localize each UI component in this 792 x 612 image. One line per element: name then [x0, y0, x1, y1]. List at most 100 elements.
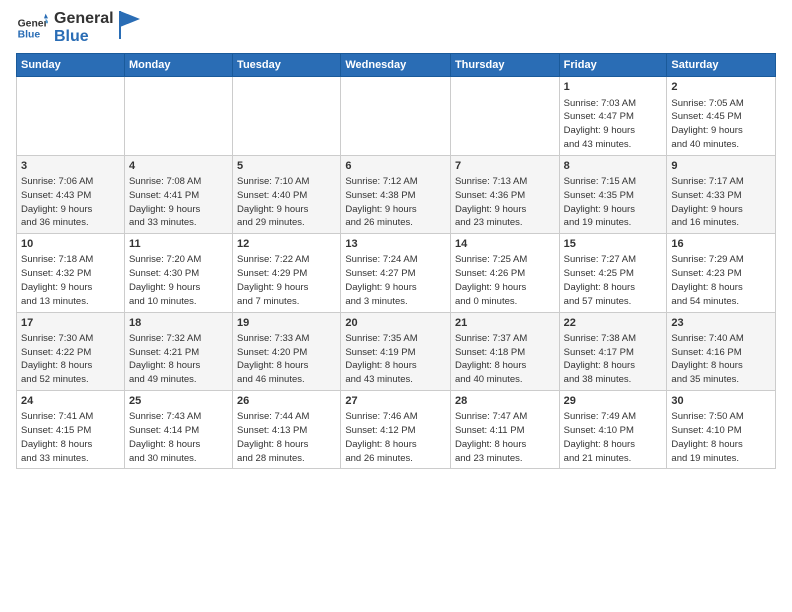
day-info: Sunrise: 7:47 AM Sunset: 4:11 PM Dayligh… — [455, 410, 555, 465]
day-number: 24 — [21, 394, 120, 409]
calendar-cell — [124, 77, 232, 155]
day-number: 5 — [237, 159, 336, 174]
calendar-cell: 3Sunrise: 7:06 AM Sunset: 4:43 PM Daylig… — [17, 155, 125, 233]
calendar-cell: 26Sunrise: 7:44 AM Sunset: 4:13 PM Dayli… — [233, 391, 341, 469]
day-number: 23 — [671, 316, 771, 331]
day-number: 15 — [564, 237, 663, 252]
calendar-cell: 15Sunrise: 7:27 AM Sunset: 4:25 PM Dayli… — [559, 234, 667, 312]
day-number: 14 — [455, 237, 555, 252]
calendar-cell: 6Sunrise: 7:12 AM Sunset: 4:38 PM Daylig… — [341, 155, 451, 233]
day-number: 7 — [455, 159, 555, 174]
calendar-week-row: 10Sunrise: 7:18 AM Sunset: 4:32 PM Dayli… — [17, 234, 776, 312]
day-number: 17 — [21, 316, 120, 331]
day-info: Sunrise: 7:50 AM Sunset: 4:10 PM Dayligh… — [671, 410, 771, 465]
calendar-cell — [17, 77, 125, 155]
day-info: Sunrise: 7:10 AM Sunset: 4:40 PM Dayligh… — [237, 175, 336, 230]
calendar-cell: 1 Sunrise: 7:03 AM Sunset: 4:47 PM Daylig… — [559, 77, 667, 155]
day-number: 28 — [455, 394, 555, 409]
weekday-header-saturday: Saturday — [667, 54, 776, 77]
day-number: 22 — [564, 316, 663, 331]
day-number: 1 — [564, 80, 663, 95]
calendar-cell: 11Sunrise: 7:20 AM Sunset: 4:30 PM Dayli… — [124, 234, 232, 312]
header: General Blue General Blue — [16, 10, 776, 45]
day-info: Sunrise: 7:32 AM Sunset: 4:21 PM Dayligh… — [129, 332, 228, 387]
logo: General Blue General Blue — [16, 10, 140, 45]
calendar-cell — [450, 77, 559, 155]
weekday-header-thursday: Thursday — [450, 54, 559, 77]
calendar-cell: 9Sunrise: 7:17 AM Sunset: 4:33 PM Daylig… — [667, 155, 776, 233]
day-info: Sunrise: 7:35 AM Sunset: 4:19 PM Dayligh… — [345, 332, 446, 387]
day-info: Sunrise: 7:20 AM Sunset: 4:30 PM Dayligh… — [129, 253, 228, 308]
day-info: Sunrise: 7:18 AM Sunset: 4:32 PM Dayligh… — [21, 253, 120, 308]
calendar-table: SundayMondayTuesdayWednesdayThursdayFrid… — [16, 53, 776, 469]
calendar-cell: 24Sunrise: 7:41 AM Sunset: 4:15 PM Dayli… — [17, 391, 125, 469]
day-info: Sunrise: 7:37 AM Sunset: 4:18 PM Dayligh… — [455, 332, 555, 387]
weekday-header-friday: Friday — [559, 54, 667, 77]
calendar-cell: 19Sunrise: 7:33 AM Sunset: 4:20 PM Dayli… — [233, 312, 341, 390]
weekday-header-wednesday: Wednesday — [341, 54, 451, 77]
page: General Blue General Blue SundayMondayTu… — [0, 0, 792, 612]
calendar-cell: 23Sunrise: 7:40 AM Sunset: 4:16 PM Dayli… — [667, 312, 776, 390]
day-info: Sunrise: 7:27 AM Sunset: 4:25 PM Dayligh… — [564, 253, 663, 308]
calendar-cell — [233, 77, 341, 155]
calendar-week-row: 17Sunrise: 7:30 AM Sunset: 4:22 PM Dayli… — [17, 312, 776, 390]
calendar-cell: 12Sunrise: 7:22 AM Sunset: 4:29 PM Dayli… — [233, 234, 341, 312]
generalblue-logo-icon: General Blue — [16, 12, 48, 44]
calendar-cell: 20Sunrise: 7:35 AM Sunset: 4:19 PM Dayli… — [341, 312, 451, 390]
day-number: 3 — [21, 159, 120, 174]
day-number: 18 — [129, 316, 228, 331]
day-number: 30 — [671, 394, 771, 409]
day-info: Sunrise: 7:22 AM Sunset: 4:29 PM Dayligh… — [237, 253, 336, 308]
calendar-week-row: 1 Sunrise: 7:03 AM Sunset: 4:47 PM Daylig… — [17, 77, 776, 155]
day-info: Sunrise: 7:43 AM Sunset: 4:14 PM Dayligh… — [129, 410, 228, 465]
calendar-cell: 28Sunrise: 7:47 AM Sunset: 4:11 PM Dayli… — [450, 391, 559, 469]
day-number: 8 — [564, 159, 663, 174]
day-number: 4 — [129, 159, 228, 174]
day-number: 21 — [455, 316, 555, 331]
day-number: 19 — [237, 316, 336, 331]
day-info: Sunrise: 7:03 AM Sunset: 4:47 PM Dayligh… — [564, 97, 663, 152]
day-info: Sunrise: 7:08 AM Sunset: 4:41 PM Dayligh… — [129, 175, 228, 230]
weekday-header-sunday: Sunday — [17, 54, 125, 77]
svg-text:General: General — [18, 18, 48, 29]
day-info: Sunrise: 7:29 AM Sunset: 4:23 PM Dayligh… — [671, 253, 771, 308]
day-info: Sunrise: 7:49 AM Sunset: 4:10 PM Dayligh… — [564, 410, 663, 465]
day-number: 12 — [237, 237, 336, 252]
weekday-header-monday: Monday — [124, 54, 232, 77]
calendar-header: SundayMondayTuesdayWednesdayThursdayFrid… — [17, 54, 776, 77]
calendar-cell: 21Sunrise: 7:37 AM Sunset: 4:18 PM Dayli… — [450, 312, 559, 390]
calendar-cell: 14Sunrise: 7:25 AM Sunset: 4:26 PM Dayli… — [450, 234, 559, 312]
day-info: Sunrise: 7:40 AM Sunset: 4:16 PM Dayligh… — [671, 332, 771, 387]
day-number: 29 — [564, 394, 663, 409]
calendar-cell: 2Sunrise: 7:05 AM Sunset: 4:45 PM Daylig… — [667, 77, 776, 155]
day-number: 6 — [345, 159, 446, 174]
day-info: Sunrise: 7:15 AM Sunset: 4:35 PM Dayligh… — [564, 175, 663, 230]
svg-text:Blue: Blue — [18, 29, 41, 40]
calendar-week-row: 3Sunrise: 7:06 AM Sunset: 4:43 PM Daylig… — [17, 155, 776, 233]
day-info: Sunrise: 7:33 AM Sunset: 4:20 PM Dayligh… — [237, 332, 336, 387]
calendar-cell: 13Sunrise: 7:24 AM Sunset: 4:27 PM Dayli… — [341, 234, 451, 312]
day-info: Sunrise: 7:06 AM Sunset: 4:43 PM Dayligh… — [21, 175, 120, 230]
calendar-cell: 10Sunrise: 7:18 AM Sunset: 4:32 PM Dayli… — [17, 234, 125, 312]
day-number: 16 — [671, 237, 771, 252]
logo-general-text: General — [54, 10, 114, 28]
weekday-header-tuesday: Tuesday — [233, 54, 341, 77]
day-info: Sunrise: 7:30 AM Sunset: 4:22 PM Dayligh… — [21, 332, 120, 387]
calendar-cell: 29Sunrise: 7:49 AM Sunset: 4:10 PM Dayli… — [559, 391, 667, 469]
logo-flag-icon — [118, 11, 140, 39]
calendar-cell: 27Sunrise: 7:46 AM Sunset: 4:12 PM Dayli… — [341, 391, 451, 469]
calendar-cell: 17Sunrise: 7:30 AM Sunset: 4:22 PM Dayli… — [17, 312, 125, 390]
day-number: 27 — [345, 394, 446, 409]
day-number: 20 — [345, 316, 446, 331]
calendar-cell: 16Sunrise: 7:29 AM Sunset: 4:23 PM Dayli… — [667, 234, 776, 312]
day-number: 10 — [21, 237, 120, 252]
day-info: Sunrise: 7:25 AM Sunset: 4:26 PM Dayligh… — [455, 253, 555, 308]
day-info: Sunrise: 7:05 AM Sunset: 4:45 PM Dayligh… — [671, 97, 771, 152]
day-number: 9 — [671, 159, 771, 174]
day-info: Sunrise: 7:41 AM Sunset: 4:15 PM Dayligh… — [21, 410, 120, 465]
calendar-cell: 22Sunrise: 7:38 AM Sunset: 4:17 PM Dayli… — [559, 312, 667, 390]
day-number: 25 — [129, 394, 228, 409]
day-info: Sunrise: 7:38 AM Sunset: 4:17 PM Dayligh… — [564, 332, 663, 387]
day-number: 26 — [237, 394, 336, 409]
logo-blue-text: Blue — [54, 28, 114, 46]
